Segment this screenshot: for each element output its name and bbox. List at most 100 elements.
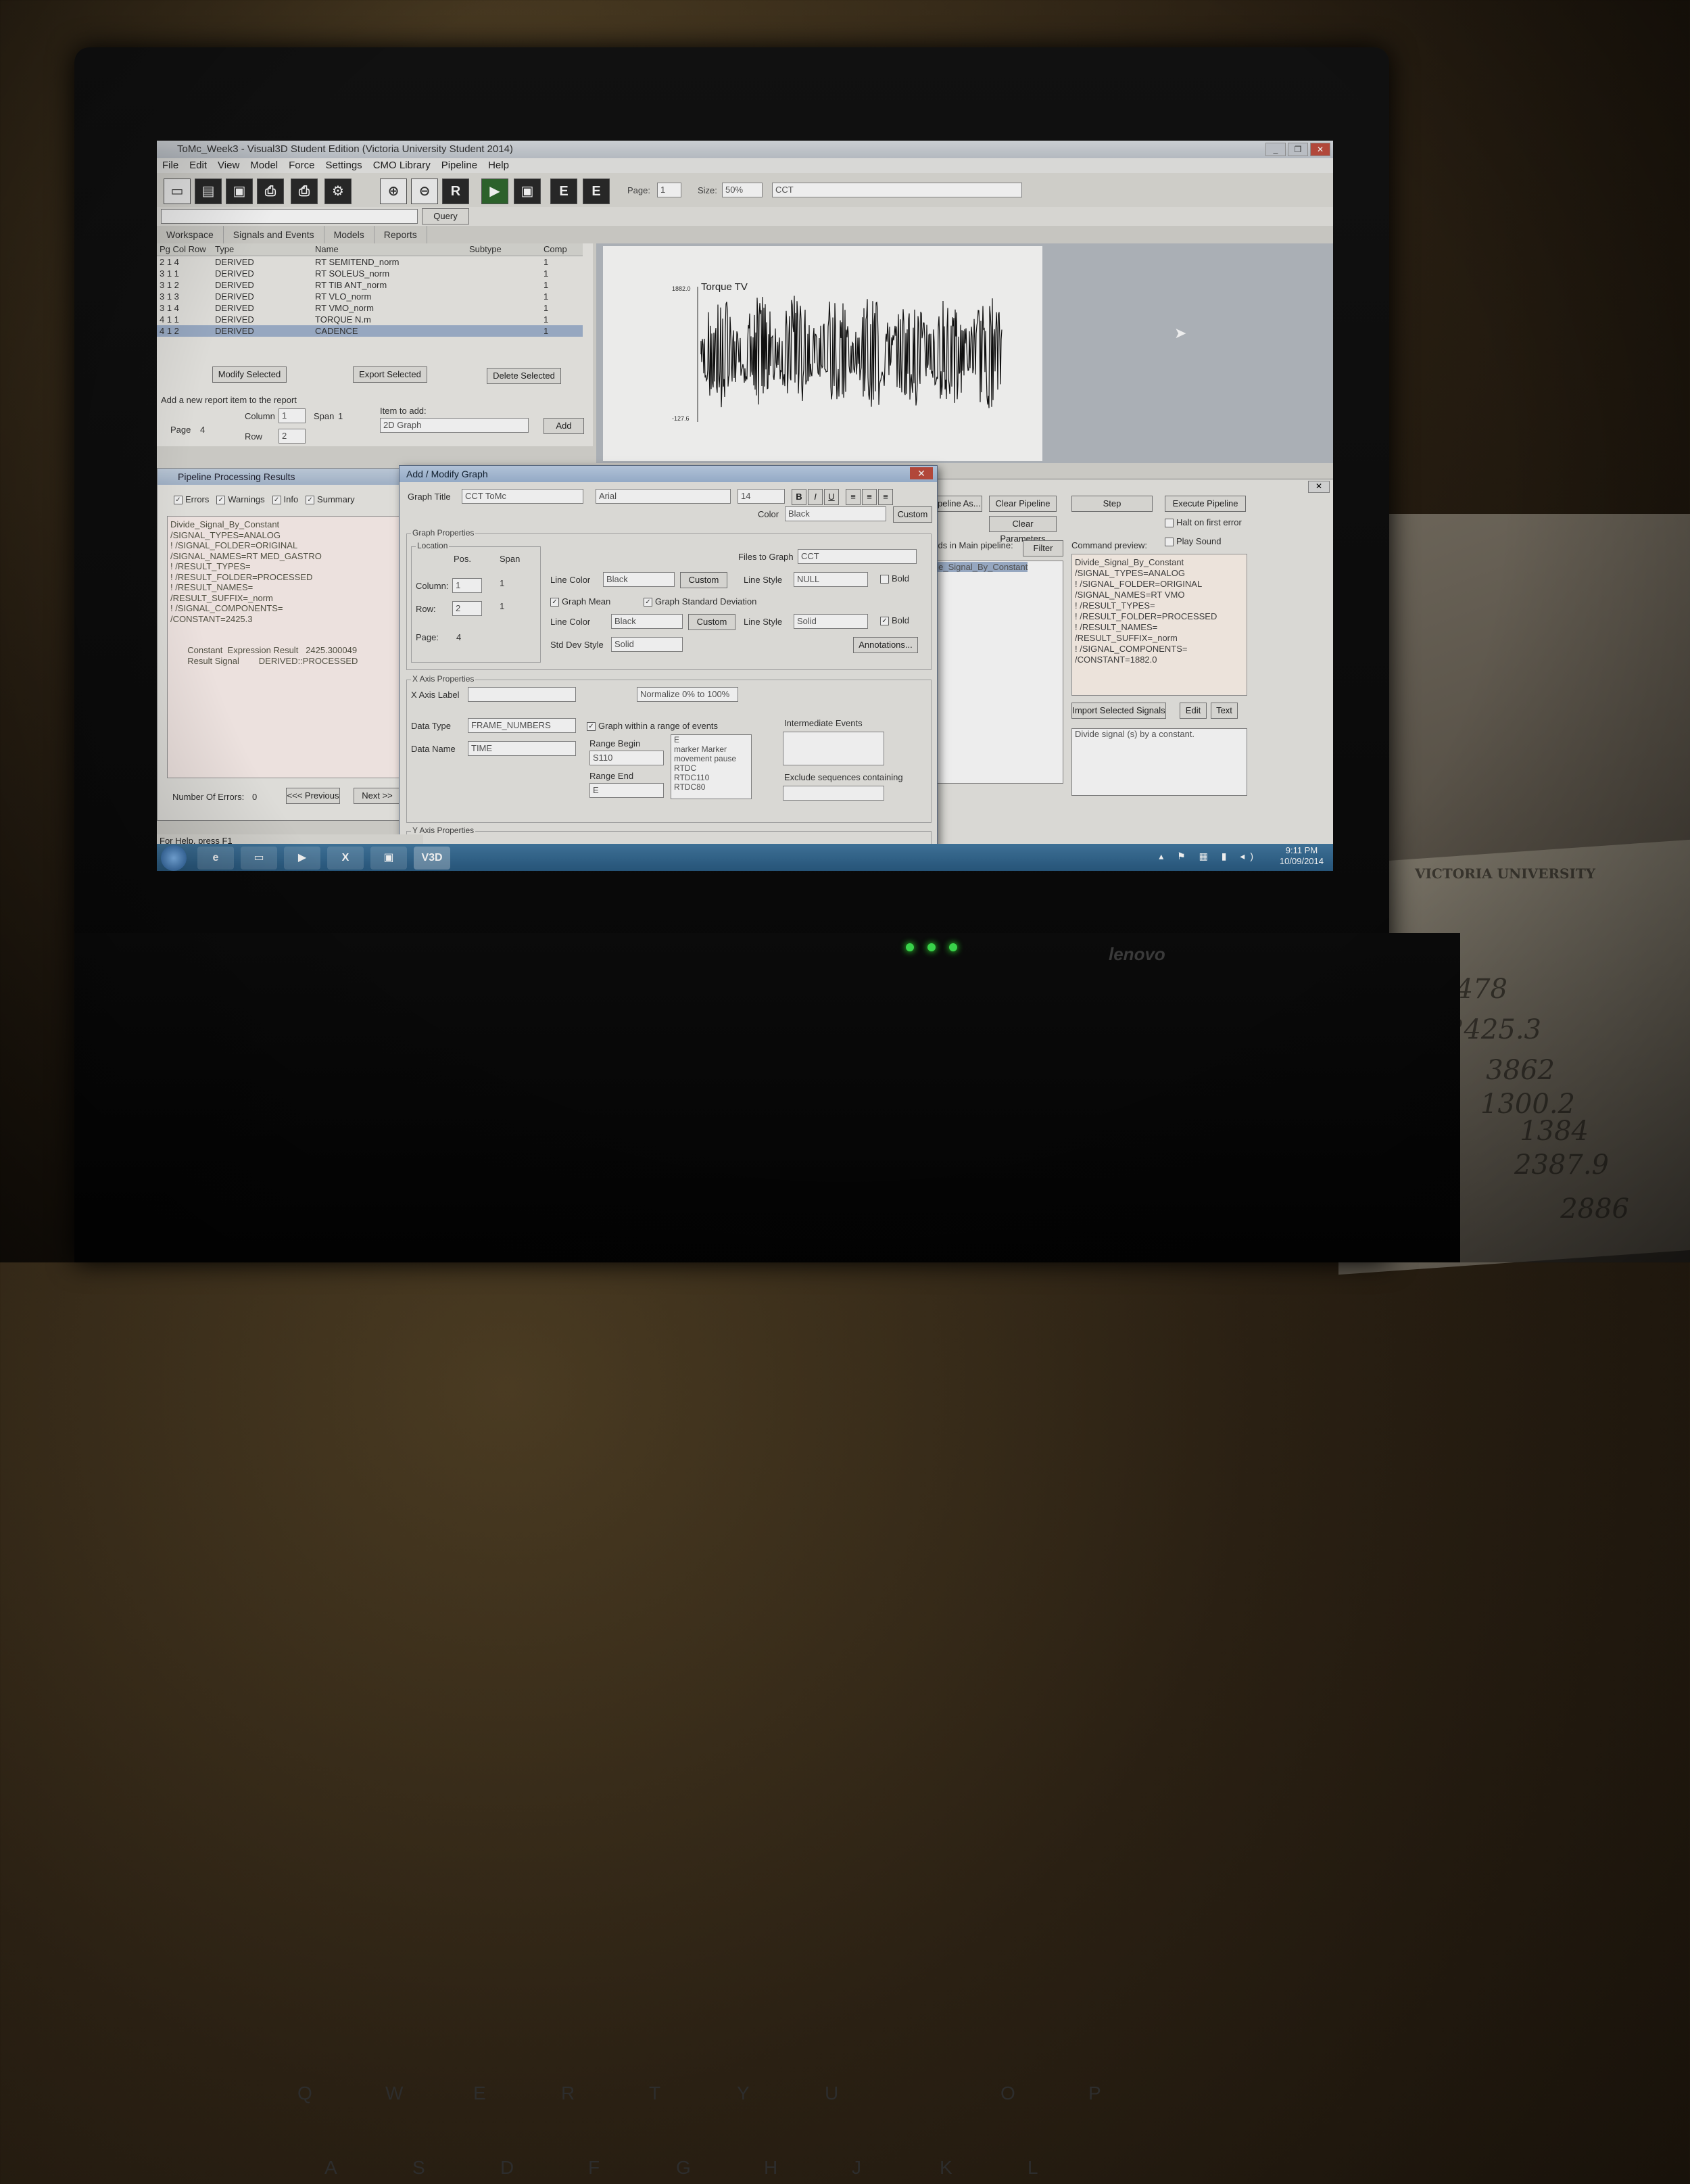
- range-end-select[interactable]: E: [589, 783, 664, 798]
- table-row[interactable]: 3 1 4 DERIVED RT VMO_norm 1: [157, 302, 583, 314]
- column-input[interactable]: 1: [279, 408, 306, 423]
- bold-icon[interactable]: B: [792, 489, 806, 505]
- zoom-in-icon[interactable]: ⊕: [380, 179, 407, 204]
- file-select[interactable]: CCT: [772, 183, 1022, 197]
- import-signals-button[interactable]: Import Selected Signals: [1071, 703, 1166, 719]
- previous-button[interactable]: <<< Previous: [286, 788, 340, 804]
- custom-color-button[interactable]: Custom: [893, 506, 932, 523]
- close-button[interactable]: ✕: [1310, 143, 1330, 156]
- table-row[interactable]: 3 1 1 DERIVED RT SOLEUS_norm 1: [157, 268, 583, 279]
- normalize-select[interactable]: Normalize 0% to 100%: [637, 687, 738, 702]
- row-input[interactable]: 2: [279, 429, 306, 444]
- errors-checkbox[interactable]: ✓ Errors: [174, 494, 209, 505]
- font-select[interactable]: Arial: [596, 489, 731, 504]
- graph-canvas[interactable]: Torque TV 1882.0 -127.6: [603, 246, 1042, 461]
- bold-checkbox[interactable]: Bold: [880, 573, 909, 584]
- range-begin-select[interactable]: S110: [589, 751, 664, 765]
- line-custom-button[interactable]: Custom: [680, 572, 727, 588]
- page-input[interactable]: 1: [657, 183, 681, 197]
- row-select[interactable]: 2: [452, 601, 482, 616]
- menu-help[interactable]: Help: [483, 158, 514, 173]
- start-button-icon[interactable]: [161, 845, 187, 871]
- filter-button[interactable]: Filter: [1023, 540, 1063, 556]
- menu-cmo-library[interactable]: CMO Library: [368, 158, 436, 173]
- item-select[interactable]: 2D Graph: [380, 418, 529, 433]
- edit-button[interactable]: Edit: [1180, 703, 1207, 719]
- table-row[interactable]: 3 1 2 DERIVED RT TIB ANT_norm 1: [157, 279, 583, 291]
- col-name[interactable]: Name: [315, 243, 469, 256]
- underline-icon[interactable]: U: [824, 489, 839, 505]
- summary-checkbox[interactable]: ✓ Summary: [306, 494, 355, 505]
- graph-title-input[interactable]: CCT ToMc: [462, 489, 583, 504]
- close-icon[interactable]: ✕: [910, 467, 933, 479]
- col-subtype[interactable]: Subtype: [469, 243, 544, 256]
- next-button[interactable]: Next >>: [354, 788, 401, 804]
- title-color-select[interactable]: Black: [785, 506, 886, 521]
- line-style-select-2[interactable]: Solid: [794, 614, 868, 629]
- save-icon[interactable]: ▣: [226, 179, 253, 204]
- explorer-icon[interactable]: ▭: [241, 847, 277, 870]
- table-row[interactable]: 3 1 3 DERIVED RT VLO_norm 1: [157, 291, 583, 302]
- play-sound-checkbox[interactable]: Play Sound: [1165, 536, 1222, 547]
- pipeline-save-icon[interactable]: ▣: [514, 179, 541, 204]
- italic-icon[interactable]: I: [808, 489, 823, 505]
- step-button[interactable]: Step: [1071, 496, 1153, 512]
- data-name-select[interactable]: TIME: [468, 741, 576, 756]
- new-file-icon[interactable]: ▭: [164, 179, 191, 204]
- menu-file[interactable]: File: [157, 158, 184, 173]
- minimize-button[interactable]: _: [1265, 143, 1286, 156]
- media-icon[interactable]: ▶: [284, 847, 320, 870]
- tab-models[interactable]: Models: [324, 226, 375, 243]
- event-item[interactable]: RTDC80: [674, 782, 705, 792]
- execute-pipeline-button[interactable]: Execute Pipeline: [1165, 496, 1246, 512]
- data-type-select[interactable]: FRAME_NUMBERS: [468, 718, 576, 733]
- text-button[interactable]: Text: [1211, 703, 1238, 719]
- restore-button[interactable]: ❐: [1288, 143, 1308, 156]
- align-right-icon[interactable]: ≡: [878, 489, 893, 505]
- font-size-select[interactable]: 14: [738, 489, 785, 504]
- bold-checkbox-2[interactable]: ✓ Bold: [880, 615, 909, 626]
- command-list[interactable]: ide_Signal_By_Constant: [928, 561, 1063, 784]
- app-icon[interactable]: ▣: [370, 847, 407, 870]
- menu-pipeline[interactable]: Pipeline: [436, 158, 483, 173]
- visual3d-icon[interactable]: V3D: [414, 847, 450, 870]
- col-type[interactable]: Type: [215, 243, 315, 256]
- line-color-select-2[interactable]: Black: [611, 614, 683, 629]
- event-item[interactable]: RTDC: [674, 763, 696, 773]
- add-button[interactable]: Add: [544, 418, 584, 434]
- graph-mean-checkbox[interactable]: ✓ Graph Mean: [550, 596, 610, 607]
- report-icon[interactable]: R: [442, 179, 469, 204]
- annotations-button[interactable]: Annotations...: [853, 637, 918, 653]
- intermediate-events-list[interactable]: [783, 732, 884, 765]
- menu-edit[interactable]: Edit: [184, 158, 212, 173]
- event-item[interactable]: E: [674, 735, 679, 744]
- ie-icon[interactable]: e: [197, 847, 234, 870]
- align-center-icon[interactable]: ≡: [862, 489, 877, 505]
- menu-force[interactable]: Force: [283, 158, 320, 173]
- open-cmo-icon[interactable]: ▤: [195, 179, 222, 204]
- col-comp[interactable]: Comp: [544, 243, 571, 256]
- pipeline-run-icon[interactable]: ▶: [481, 179, 508, 204]
- excel-icon[interactable]: X: [327, 847, 364, 870]
- menu-model[interactable]: Model: [245, 158, 283, 173]
- query-input[interactable]: [161, 209, 418, 224]
- halt-checkbox[interactable]: Halt on first error: [1165, 517, 1242, 528]
- line-color-select[interactable]: Black: [603, 572, 675, 587]
- close-icon[interactable]: ✕: [1308, 481, 1330, 493]
- export-selected-button[interactable]: Export Selected: [353, 366, 427, 383]
- std-dev-style-select[interactable]: Solid: [611, 637, 683, 652]
- tab-workspace[interactable]: Workspace: [157, 226, 224, 243]
- line-style-select[interactable]: NULL: [794, 572, 868, 587]
- event-item[interactable]: RTDC110: [674, 773, 709, 782]
- command-item[interactable]: ide_Signal_By_Constant: [932, 562, 1028, 572]
- events-list[interactable]: E marker Marker movement pause RTDC RTDC…: [671, 734, 752, 799]
- graph-sd-checkbox[interactable]: ✓ Graph Standard Deviation: [644, 596, 756, 607]
- x-axis-label-input[interactable]: [468, 687, 576, 702]
- event-item[interactable]: movement pause: [674, 754, 736, 763]
- event-item[interactable]: marker Marker: [674, 744, 727, 754]
- query-button[interactable]: Query: [422, 208, 469, 224]
- column-select[interactable]: 1: [452, 578, 482, 593]
- files-to-graph-select[interactable]: CCT: [798, 549, 917, 564]
- size-select[interactable]: 50%: [722, 183, 763, 197]
- clear-parameters-button[interactable]: Clear Parameters: [989, 516, 1057, 544]
